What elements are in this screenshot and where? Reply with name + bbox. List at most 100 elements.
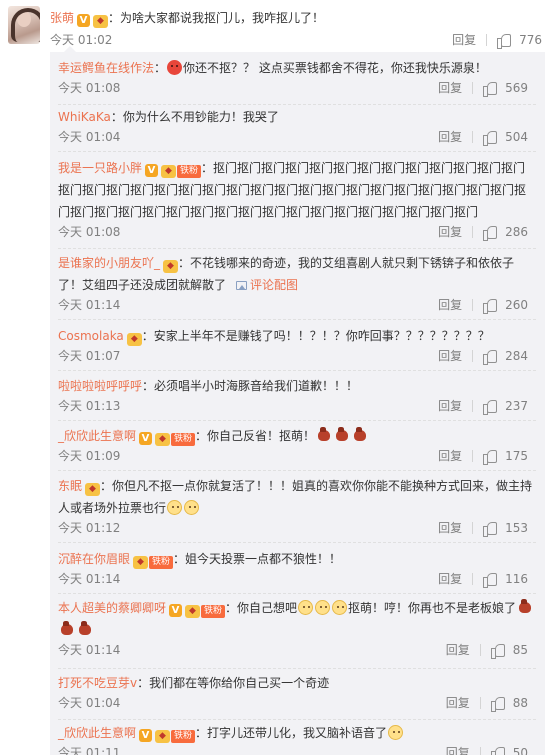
username[interactable]: 幸运鳄鱼在线作法 [58,61,154,75]
like-icon[interactable] [483,399,498,415]
username[interactable]: 沉醉在你眉眼 [58,552,130,566]
reply-button[interactable]: 回复 [438,447,462,464]
blank-face-emoji-icon [332,600,348,615]
list-item: Cosmolaka ◆ ：安家上半年不是赚钱了吗！！？！？你咋回事？？？？？？？？ … [58,325,536,371]
like-icon[interactable] [483,225,498,241]
fan-badge: 铁粉 [149,556,174,569]
horse-emoji-icon [517,599,533,615]
comment-image-link[interactable]: 评论配图 [236,278,298,292]
list-item: 啦啦啦啦呼呼呼：必须唱半小时海豚音给我们道歉！！！ 今天 01:13 回复 23… [58,375,536,421]
reply-button[interactable]: 回复 [438,519,462,536]
smile-emoji-icon [388,725,404,740]
like-icon[interactable] [490,746,505,755]
like-icon[interactable] [483,130,498,146]
divider [472,298,474,311]
comment-time: 今天 01:13 [58,399,121,413]
crying-emoji-icon [184,500,200,515]
verified-icon: V [139,432,153,445]
username[interactable]: 是谁家的小朋友吖_ [58,256,160,270]
like-icon[interactable] [483,81,498,97]
divider [479,643,481,656]
list-item: 东眠 ◆ ：你但凡不抠一点你就复活了！！！姐真的喜欢你你能不能换种方式回来，做主持人… [58,475,536,543]
comment-actions: 回复 284 [438,347,528,365]
list-item: 沉醉在你眉眼 ◆ 铁粉 ：姐今天投票一点都不狼性！！ 今天 01:14 回复 116 [58,548,536,594]
comment-time: 今天 01:11 [58,746,121,755]
username[interactable]: _欣欣此生意啊 [58,726,136,740]
like-icon[interactable] [483,521,498,537]
fan-badge: 铁粉 [171,433,196,446]
comment-time: 今天 01:04 [58,696,121,710]
like-icon[interactable] [483,572,498,588]
vip-crown-icon: ◆ [126,333,142,346]
reply-button[interactable]: 回复 [438,128,462,145]
username[interactable]: 本人超美的蔡卿卿呀 [58,601,166,615]
vip-crown-icon: ◆ [161,165,177,178]
horse-emoji-icon [316,427,332,443]
comment-actions: 回复 569 [438,79,528,97]
list-item: 幸运鳄鱼在线作法： 你还不抠？？ 这点买票钱都舍不得花，你还我快乐源泉！ 今天 0… [58,57,536,105]
horse-emoji-icon [334,427,350,443]
reply-button[interactable]: 回复 [446,641,470,658]
horse-emoji-icon [352,427,368,443]
reply-button[interactable]: 回复 [446,744,470,755]
like-icon[interactable] [483,298,498,314]
like-count: 153 [505,520,528,535]
reply-button[interactable]: 回复 [438,79,462,96]
comment-text: ：你为什么不用钞能力！我哭了 [110,110,279,124]
list-item: 本人超美的蔡卿卿呀 V ◆ 铁粉 ：你自己想吧 抠萌！哼！你再也不是老板娘了 今天 01:… [58,597,536,669]
list-item: 打死不吃豆芽v：我们都在等你给你自己买一个奇迹 今天 01:04 回复 88 [58,672,536,720]
praying-emoji-icon [167,500,183,515]
like-icon[interactable] [483,449,498,465]
main-username[interactable]: 张萌 [50,11,74,25]
fan-badge: 铁粉 [201,605,226,618]
reply-list: 幸运鳄鱼在线作法： 你还不抠？？ 这点买票钱都舍不得花，你还我快乐源泉！ 今天 0… [50,46,545,755]
like-icon[interactable] [497,33,512,49]
comment-text: ：你自己反省！抠萌！ [195,429,316,443]
main-comment-text: ：为啥大家都说我抠门儿，我咋抠儿了！ [108,11,325,25]
avatar[interactable] [8,6,40,44]
like-icon[interactable] [483,349,498,365]
comment-text: ：姐今天投票一点都不狼性！！ [173,552,342,566]
reply-button[interactable]: 回复 [446,694,470,711]
vip-crown-icon: ◆ [85,483,101,496]
username[interactable]: Cosmolaka [58,329,124,343]
divider [486,33,488,46]
list-item: 是谁家的小朋友吖_ ◆ ：不花钱哪来的奇迹，我的艾组喜剧人就只剩下锈锛子和依依子了！… [58,252,536,320]
blank-face-emoji-icon [315,600,331,615]
username[interactable]: _欣欣此生意啊 [58,429,136,443]
reply-button[interactable]: 回复 [452,31,476,48]
reply-button[interactable]: 回复 [438,223,462,240]
divider [472,521,474,534]
comment-actions: 回复 175 [438,447,528,465]
comment-text-continued: 抠萌！哼！你再也不是老板娘了 [348,601,517,615]
horse-emoji-icon [77,621,93,637]
comment-text: ：你自己想吧 [225,601,298,615]
like-count: 237 [505,398,528,413]
reply-button[interactable]: 回复 [438,397,462,414]
verified-icon: V [169,604,183,617]
reply-button[interactable]: 回复 [438,296,462,313]
divider [472,130,474,143]
reply-button[interactable]: 回复 [438,570,462,587]
username[interactable]: 啦啦啦啦呼呼呼 [58,379,142,393]
like-count: 116 [505,571,528,586]
comment-text: ：安家上半年不是赚钱了吗！！？！？你咋回事？？？？？？？？ [141,329,490,343]
comment-text: ：打字儿还带儿化，我又脑补语音了 [195,726,388,740]
comment-time: 今天 01:09 [58,449,121,463]
list-item: 我是一只路小胖 V ◆ 铁粉 ：抠门抠门抠门抠门抠门抠门抠门抠门抠门抠门抠门抠门抠门抠门… [58,157,536,249]
like-icon[interactable] [490,643,505,659]
username[interactable]: WhiKaKa [58,110,111,124]
reply-button[interactable]: 回复 [438,347,462,364]
list-item: _欣欣此生意啊 V ◆ 铁粉 ：你自己反省！抠萌！ 今天 01:09 回复 175 [58,425,536,471]
username[interactable]: 东眠 [58,479,82,493]
username[interactable]: 我是一只路小胖 [58,161,142,175]
comment-time: 今天 01:07 [58,349,121,363]
username[interactable]: 打死不吃豆芽v [58,676,137,690]
comment-time: 今天 01:14 [58,643,121,657]
comment-actions: 回复 85 [446,641,528,659]
comment-time: 今天 01:04 [58,130,121,144]
like-count: 286 [505,224,528,239]
main-actions: 回复 776 [452,31,542,49]
like-icon[interactable] [490,696,505,712]
like-count: 85 [512,642,528,657]
